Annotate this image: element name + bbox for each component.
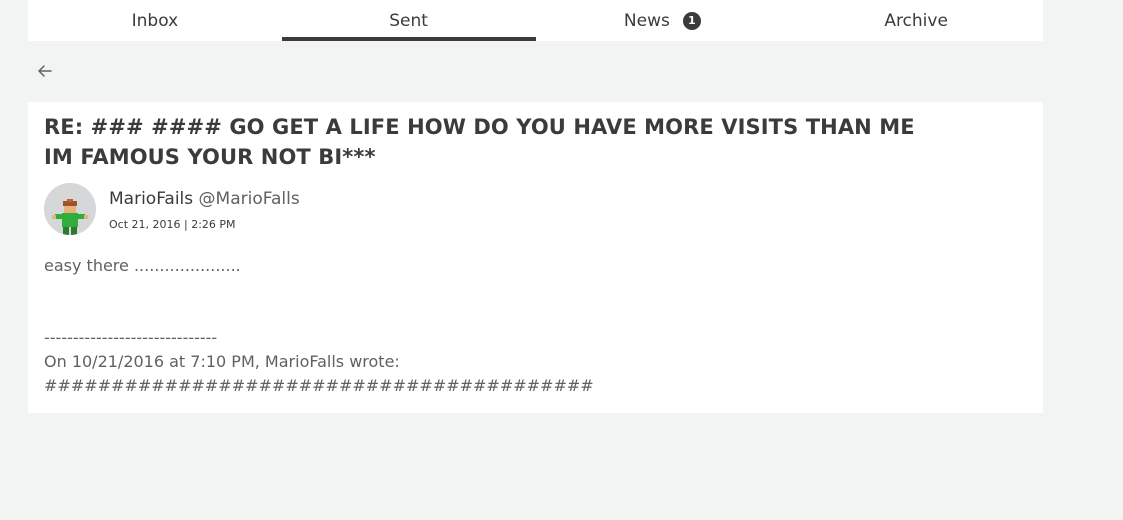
avatar[interactable]	[44, 183, 96, 235]
tab-sent-label: Sent	[389, 10, 428, 31]
message-body: easy there ..................... -------…	[44, 256, 594, 395]
news-count-badge: 1	[682, 11, 701, 30]
message-timestamp: Oct 21, 2016 | 2:26 PM	[109, 218, 236, 231]
tab-archive[interactable]: Archive	[789, 0, 1043, 41]
message-subject: RE: ### #### GO GET A LIFE HOW DO YOU HA…	[44, 115, 915, 169]
tab-sent[interactable]: Sent	[281, 0, 536, 41]
tab-news-label: News	[623, 10, 670, 31]
sender-handle: @MarioFalls	[198, 189, 300, 209]
tab-archive-label: Archive	[884, 10, 948, 31]
sender-info: MarioFails @MarioFalls	[109, 189, 300, 209]
arrow-left-icon	[38, 65, 52, 77]
tab-inbox[interactable]: Inbox	[28, 0, 282, 41]
message-card: RE: ### #### GO GET A LIFE HOW DO YOU HA…	[28, 102, 1043, 413]
tab-news[interactable]: News 1	[536, 0, 790, 41]
tab-bar: Inbox Sent News 1 Archive	[28, 0, 1043, 41]
back-button[interactable]	[36, 62, 54, 80]
tab-inbox-label: Inbox	[131, 10, 179, 31]
avatar-character-image	[44, 183, 96, 235]
sender-name[interactable]: MarioFails	[109, 189, 193, 209]
